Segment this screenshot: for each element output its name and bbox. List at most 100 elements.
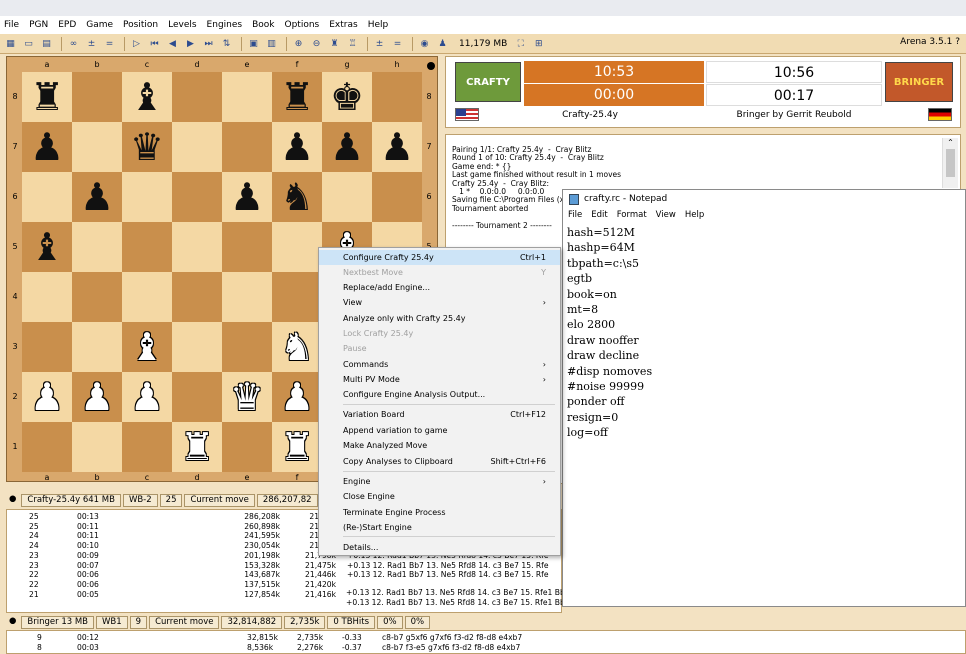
white-queen-icon[interactable]: ♛ — [230, 378, 264, 416]
square-a3[interactable] — [22, 322, 72, 372]
level-up-icon[interactable]: ± — [84, 37, 99, 51]
square-e4[interactable] — [222, 272, 272, 322]
square-d7[interactable] — [172, 122, 222, 172]
ctx-item-analyze-only-with-crafty-25-4y[interactable]: Analyze only with Crafty 25.4y — [319, 311, 560, 326]
scroll-up-icon[interactable]: ⌃ — [943, 138, 958, 147]
notepad-menu-edit[interactable]: Edit — [591, 210, 607, 220]
white-rook-icon[interactable]: ♜ — [180, 428, 214, 466]
square-f4[interactable] — [272, 272, 322, 322]
white-pawn-icon[interactable]: ♟ — [280, 378, 314, 416]
square-d5[interactable] — [172, 222, 222, 272]
new-game-icon[interactable]: ▦ — [3, 37, 18, 51]
square-h6[interactable] — [372, 172, 422, 222]
square-b2[interactable]: ♟ — [72, 372, 122, 422]
level-down-icon[interactable]: = — [102, 37, 117, 51]
last-move-icon[interactable]: ⏭ — [201, 37, 216, 51]
ctx-item-append-variation-to-game[interactable]: Append variation to game — [319, 423, 560, 438]
first-move-icon[interactable]: ⏮ — [147, 37, 162, 51]
black-king-icon[interactable]: ♚ — [330, 78, 364, 116]
square-a1[interactable] — [22, 422, 72, 472]
square-b5[interactable] — [72, 222, 122, 272]
square-f2[interactable]: ♟ — [272, 372, 322, 422]
white-knight-icon[interactable]: ♞ — [280, 328, 314, 366]
square-d2[interactable] — [172, 372, 222, 422]
notepad-menu-format[interactable]: Format — [617, 210, 647, 220]
white-pawn-icon[interactable]: ♟ — [30, 378, 64, 416]
infinite-icon[interactable]: ∞ — [66, 37, 81, 51]
square-d4[interactable] — [172, 272, 222, 322]
square-f1[interactable]: ♜ — [272, 422, 322, 472]
menu-levels[interactable]: Levels — [168, 20, 196, 30]
globe-icon[interactable]: ◉ — [417, 37, 432, 51]
square-d3[interactable] — [172, 322, 222, 372]
square-a2[interactable]: ♟ — [22, 372, 72, 422]
menu-pgn[interactable]: PGN — [29, 20, 48, 30]
square-c6[interactable] — [122, 172, 172, 222]
square-b7[interactable] — [72, 122, 122, 172]
ctx-item-configure-crafty-25-4y[interactable]: Configure Crafty 25.4y Ctrl+1 — [319, 250, 560, 265]
menu-extras[interactable]: Extras — [329, 20, 357, 30]
black-knight-icon[interactable]: ♞ — [280, 178, 314, 216]
help-icon[interactable]: ? — [955, 37, 960, 47]
white-bishop-icon[interactable]: ♝ — [130, 328, 164, 366]
square-a8[interactable]: ♜ — [22, 72, 72, 122]
square-c4[interactable] — [122, 272, 172, 322]
ctx-item-engine[interactable]: Engine › — [319, 474, 560, 489]
white-rook-icon[interactable]: ♜ — [280, 428, 314, 466]
square-a4[interactable] — [22, 272, 72, 322]
square-e3[interactable] — [222, 322, 272, 372]
play-icon[interactable]: ▷ — [129, 37, 144, 51]
square-c3[interactable]: ♝ — [122, 322, 172, 372]
zoom-out-icon[interactable]: ⊖ — [309, 37, 324, 51]
ctx-item-copy-analyses-to-clipboard[interactable]: Copy Analyses to Clipboard Shift+Ctrl+F6 — [319, 454, 560, 469]
square-f6[interactable]: ♞ — [272, 172, 322, 222]
menu-book[interactable]: Book — [252, 20, 274, 30]
engine2-icon[interactable]: ♖ — [345, 37, 360, 51]
square-e7[interactable] — [222, 122, 272, 172]
ctx-item-replace-add-engine[interactable]: Replace/add Engine... — [319, 280, 560, 295]
table-row[interactable]: 8 00:03 8,536k 2,276k -0.37 c8-b7 f3-e5 g7xf6… — [7, 643, 957, 652]
square-b8[interactable] — [72, 72, 122, 122]
square-b4[interactable] — [72, 272, 122, 322]
black-rook-icon[interactable]: ♜ — [280, 78, 314, 116]
flip-icon[interactable]: ⇅ — [219, 37, 234, 51]
square-f8[interactable]: ♜ — [272, 72, 322, 122]
menu-game[interactable]: Game — [86, 20, 113, 30]
notepad-text-area[interactable]: hash=512M hashp=64M tbpath=c:\s5 egtb book=o… — [567, 225, 652, 441]
ctx-item-close-engine[interactable]: Close Engine — [319, 489, 560, 504]
ctx-item-view[interactable]: View › — [319, 295, 560, 310]
square-e8[interactable] — [222, 72, 272, 122]
menu-file[interactable]: File — [4, 20, 19, 30]
black-bishop-icon[interactable]: ♝ — [130, 78, 164, 116]
square-g6[interactable] — [322, 172, 372, 222]
black-pawn-icon[interactable]: ♟ — [30, 128, 64, 166]
log-scrollbar[interactable]: ⌃ — [942, 138, 958, 188]
square-f5[interactable] — [272, 222, 322, 272]
white-pawn-icon[interactable]: ♟ — [130, 378, 164, 416]
square-b1[interactable] — [72, 422, 122, 472]
notepad-menu-help[interactable]: Help — [685, 210, 704, 220]
menu-position[interactable]: Position — [123, 20, 158, 30]
square-a7[interactable]: ♟ — [22, 122, 72, 172]
square-h8[interactable] — [372, 72, 422, 122]
black-pawn-icon[interactable]: ♟ — [330, 128, 364, 166]
square-e5[interactable] — [222, 222, 272, 272]
square-c8[interactable]: ♝ — [122, 72, 172, 122]
forward-icon[interactable]: ▶ — [183, 37, 198, 51]
table-row[interactable]: 9 00:12 32,815k 2,735k -0.33 c8-b7 g5xf6 g7xf… — [7, 633, 957, 642]
square-c5[interactable] — [122, 222, 172, 272]
square-g8[interactable]: ♚ — [322, 72, 372, 122]
white-pawn-icon[interactable]: ♟ — [80, 378, 114, 416]
square-e1[interactable] — [222, 422, 272, 472]
square-b6[interactable]: ♟ — [72, 172, 122, 222]
table-row[interactable]: 22 00:06 143,687k 21,446k +0.13 12. Rad1 Bb7… — [7, 570, 561, 579]
square-g7[interactable]: ♟ — [322, 122, 372, 172]
square-a6[interactable] — [22, 172, 72, 222]
save-icon[interactable]: ▤ — [39, 37, 54, 51]
square-c1[interactable] — [122, 422, 172, 472]
square-d1[interactable]: ♜ — [172, 422, 222, 472]
square-f7[interactable]: ♟ — [272, 122, 322, 172]
epd2-icon[interactable]: = — [390, 37, 405, 51]
black-pawn-icon[interactable]: ♟ — [80, 178, 114, 216]
engine1-icon[interactable]: ♜ — [327, 37, 342, 51]
